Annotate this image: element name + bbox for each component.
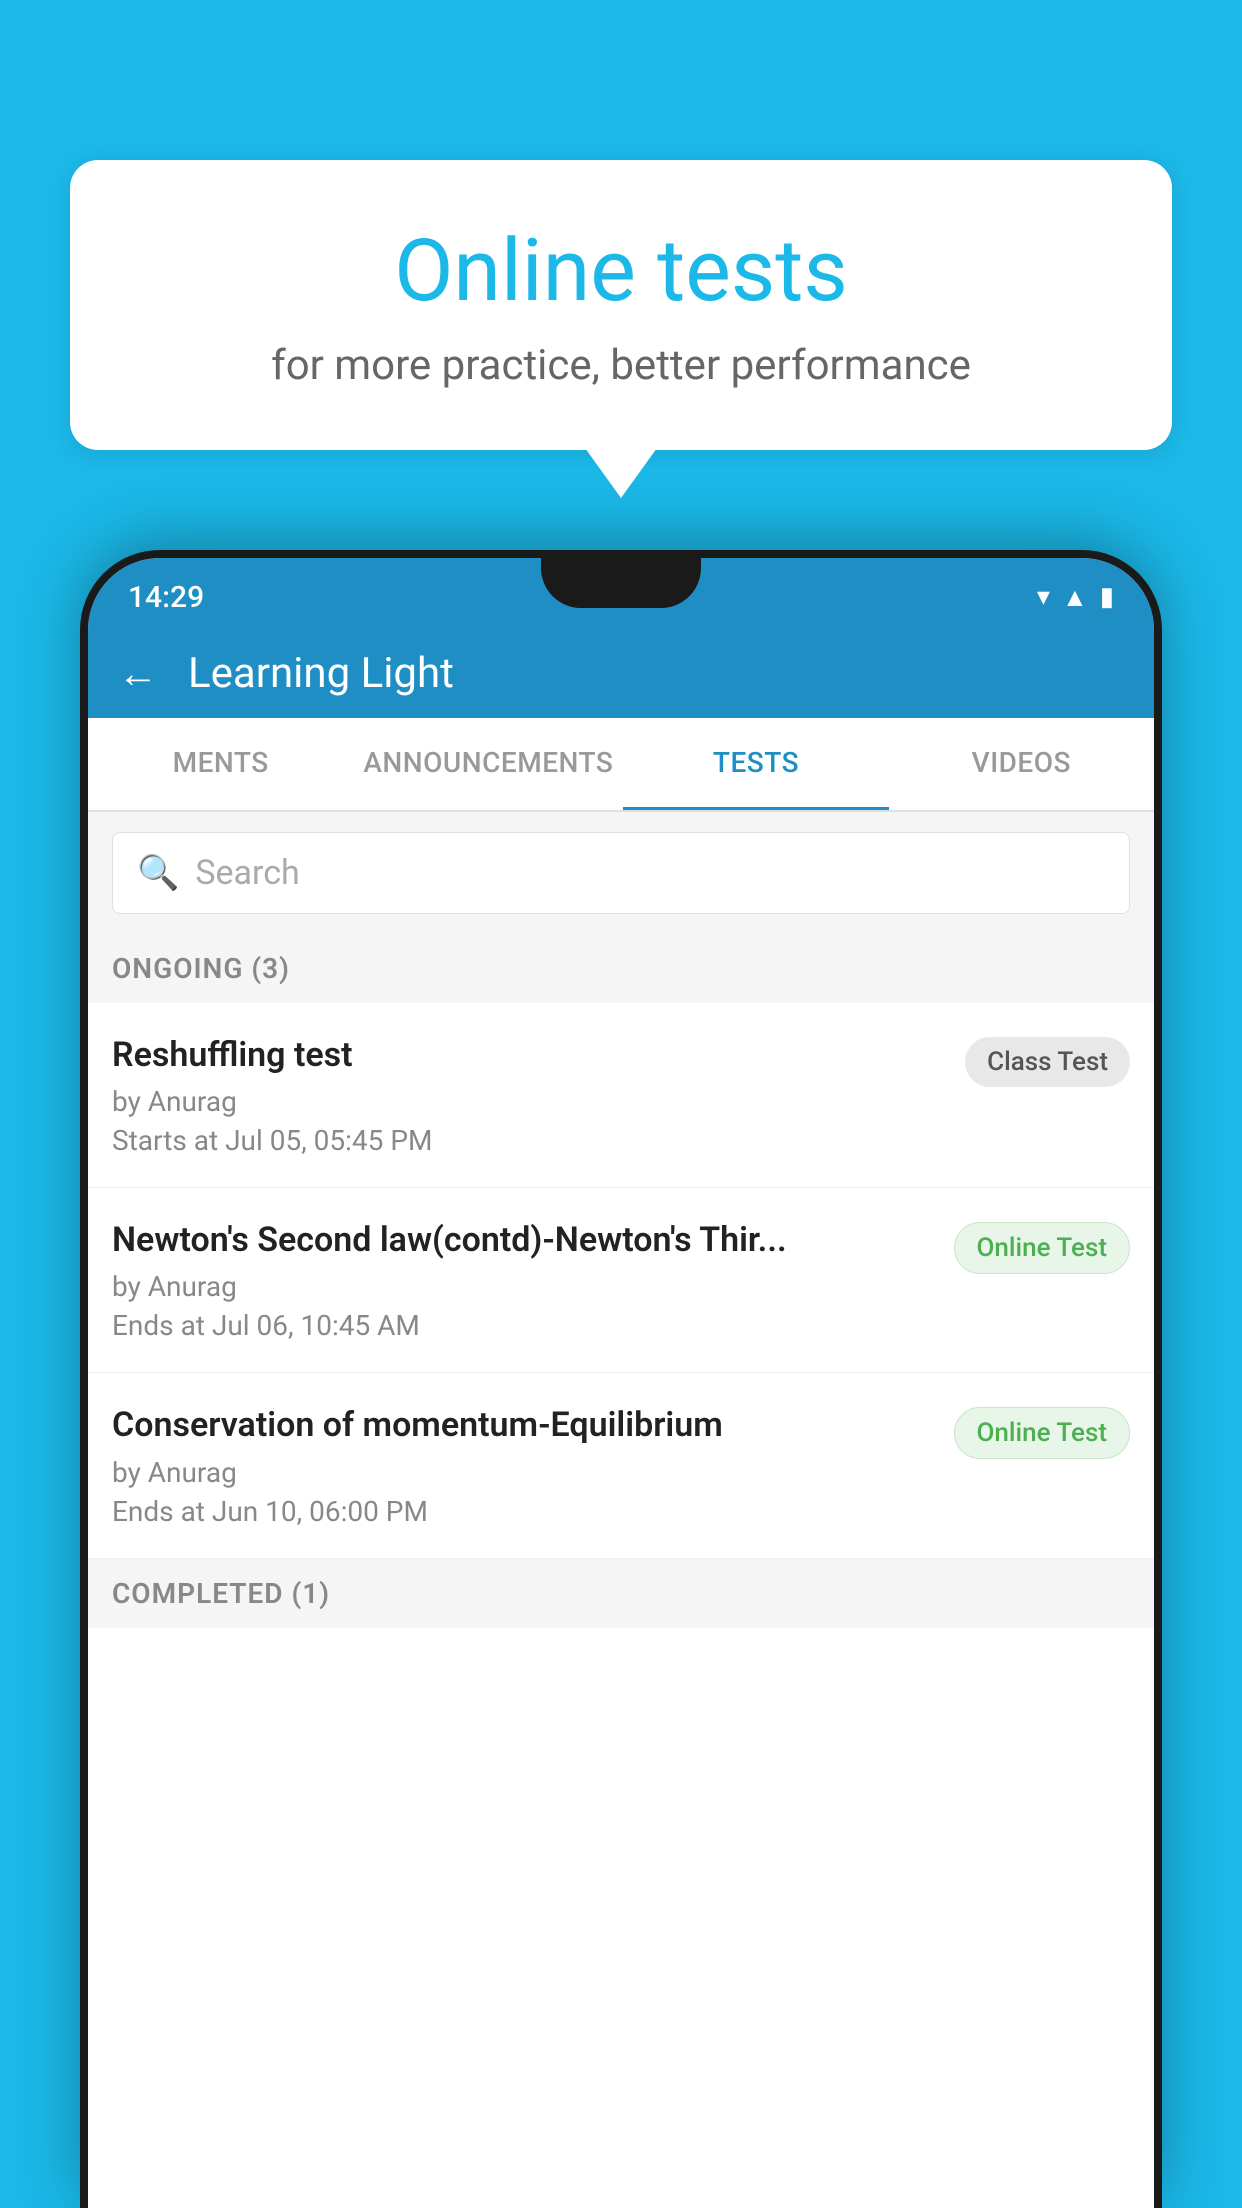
completed-section-header: COMPLETED (1)	[88, 1559, 1154, 1628]
status-icons: ▾ ▲ ▮	[1037, 582, 1114, 613]
search-container: 🔍 Search	[88, 812, 1154, 934]
speech-bubble: Online tests for more practice, better p…	[70, 160, 1172, 450]
tabs-container: MENTS ANNOUNCEMENTS TESTS VIDEOS	[88, 718, 1154, 812]
phone-frame: 14:29 ▾ ▲ ▮ ← Learning Light MENTS ANNOU…	[80, 550, 1162, 2208]
test-badge-1: Class Test	[965, 1037, 1130, 1087]
test-name-1: Reshuffling test	[112, 1033, 945, 1077]
test-name-2: Newton's Second law(contd)-Newton's Thir…	[112, 1218, 934, 1262]
test-date-2: Ends at Jul 06, 10:45 AM	[112, 1309, 934, 1342]
phone-notch	[541, 558, 701, 608]
signal-icon: ▲	[1062, 582, 1088, 613]
test-info-1: Reshuffling test by Anurag Starts at Jul…	[112, 1033, 965, 1157]
tab-videos[interactable]: VIDEOS	[889, 718, 1154, 810]
test-item[interactable]: Conservation of momentum-Equilibrium by …	[88, 1373, 1154, 1558]
speech-bubble-subtitle: for more practice, better performance	[150, 341, 1092, 390]
test-info-2: Newton's Second law(contd)-Newton's Thir…	[112, 1218, 954, 1342]
test-name-3: Conservation of momentum-Equilibrium	[112, 1403, 934, 1447]
battery-icon: ▮	[1100, 582, 1114, 612]
tab-announcements[interactable]: ANNOUNCEMENTS	[353, 718, 623, 810]
test-badge-2: Online Test	[954, 1222, 1131, 1274]
test-by-1: by Anurag	[112, 1085, 945, 1118]
phone-inner: 14:29 ▾ ▲ ▮ ← Learning Light MENTS ANNOU…	[88, 558, 1154, 2208]
ongoing-section-header: ONGOING (3)	[88, 934, 1154, 1003]
test-item[interactable]: Reshuffling test by Anurag Starts at Jul…	[88, 1003, 1154, 1188]
app-header: ← Learning Light	[88, 628, 1154, 718]
tab-ments[interactable]: MENTS	[88, 718, 353, 810]
back-button[interactable]: ←	[118, 650, 158, 697]
wifi-icon: ▾	[1037, 582, 1050, 612]
search-icon: 🔍	[137, 853, 179, 893]
test-date-1: Starts at Jul 05, 05:45 PM	[112, 1124, 945, 1157]
test-by-2: by Anurag	[112, 1270, 934, 1303]
test-by-3: by Anurag	[112, 1456, 934, 1489]
search-bar[interactable]: 🔍 Search	[112, 832, 1130, 914]
search-placeholder: Search	[195, 853, 299, 893]
test-item[interactable]: Newton's Second law(contd)-Newton's Thir…	[88, 1188, 1154, 1373]
speech-bubble-arrow	[585, 448, 657, 498]
test-list: Reshuffling test by Anurag Starts at Jul…	[88, 1003, 1154, 1559]
status-time: 14:29	[128, 580, 204, 615]
test-badge-3: Online Test	[954, 1407, 1131, 1459]
test-info-3: Conservation of momentum-Equilibrium by …	[112, 1403, 954, 1527]
speech-bubble-title: Online tests	[150, 220, 1092, 321]
app-title: Learning Light	[188, 649, 454, 698]
tab-tests[interactable]: TESTS	[623, 718, 888, 810]
speech-bubble-container: Online tests for more practice, better p…	[70, 160, 1172, 498]
test-date-3: Ends at Jun 10, 06:00 PM	[112, 1495, 934, 1528]
